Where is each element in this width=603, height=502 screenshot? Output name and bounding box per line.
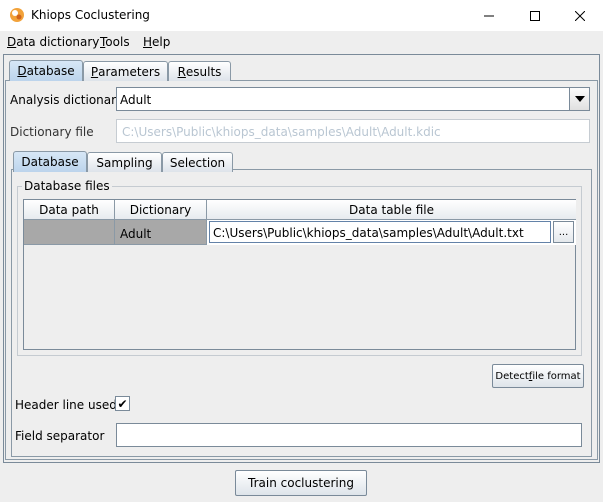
database-files-title: Database files <box>22 179 112 193</box>
menu-label: ools <box>105 35 130 49</box>
menu-label: ata dictionary <box>16 35 100 49</box>
train-coclustering-button[interactable]: Train coclustering <box>235 470 367 496</box>
tab-mnemonic: D <box>17 64 27 78</box>
dictionary-file-field: C:\Users\Public\khiops_data\samples\Adul… <box>116 119 590 143</box>
menu-mnemonic: H <box>143 35 153 49</box>
button-text: Detect <box>495 370 529 382</box>
database-files-table[interactable]: Data path Dictionary Data table file Adu… <box>23 199 576 350</box>
tab-results[interactable]: Results <box>168 61 231 81</box>
column-header-dictionary[interactable]: Dictionary <box>115 200 207 220</box>
analysis-dictionary-select[interactable]: Adult <box>116 87 590 111</box>
dictionary-file-value: C:\Users\Public\khiops_data\samples\Adul… <box>122 125 441 139</box>
tab-database[interactable]: Database <box>9 60 83 81</box>
detect-file-format-button[interactable]: Detect f ile format <box>492 364 584 388</box>
menu-data-dictionary[interactable]: Data dictionary <box>7 35 99 49</box>
close-icon <box>575 10 585 21</box>
menu-label: elp <box>152 35 171 49</box>
dictionary-cell-value: Adult <box>120 227 152 241</box>
menu-help[interactable]: Help <box>143 35 170 49</box>
menu-tools[interactable]: Tools <box>100 35 130 49</box>
field-separator-input[interactable] <box>116 423 582 447</box>
dropdown-button[interactable] <box>569 88 589 110</box>
analysis-dictionary-value: Adult <box>120 93 152 107</box>
maximize-button[interactable] <box>512 0 558 31</box>
header-line-label: Header line used <box>15 398 117 412</box>
column-header-data-path[interactable]: Data path <box>24 200 115 220</box>
subtab-selection[interactable]: Selection <box>162 152 233 172</box>
menu-mnemonic: D <box>7 35 17 49</box>
tab-label: arameters <box>98 64 161 79</box>
minimize-icon <box>484 15 494 16</box>
table-cell-data-table-file[interactable]: C:\Users\Public\khiops_data\samples\Adul… <box>207 220 576 245</box>
button-text: ile format <box>532 370 581 382</box>
analysis-dictionary-label: Analysis dictionary <box>10 93 124 107</box>
menu-bar: Data dictionary Tools Help <box>0 31 603 53</box>
column-header-data-table-file[interactable]: Data table file <box>207 200 576 220</box>
browse-button[interactable]: ... <box>553 221 574 243</box>
khiops-app-icon <box>9 7 25 23</box>
tab-mnemonic: P <box>90 64 99 79</box>
field-separator-label: Field separator <box>15 429 105 443</box>
subtab-sampling[interactable]: Sampling <box>87 152 162 172</box>
close-button[interactable] <box>557 0 603 31</box>
checkmark-icon: ✔ <box>117 396 128 411</box>
data-table-file-value: C:\Users\Public\khiops_data\samples\Adul… <box>213 226 524 240</box>
subtab-database[interactable]: Database <box>13 151 87 172</box>
tab-label: esults <box>185 64 222 79</box>
chevron-down-icon <box>574 96 585 102</box>
minimize-button[interactable] <box>466 0 512 31</box>
tab-label: atabase <box>26 64 75 78</box>
table-cell-data-path[interactable] <box>24 220 115 245</box>
title-bar: Khiops Coclustering <box>0 0 603 31</box>
header-line-checkbox[interactable]: ✔ <box>115 396 130 411</box>
data-table-file-input[interactable]: C:\Users\Public\khiops_data\samples\Adul… <box>209 221 551 243</box>
maximize-icon <box>530 10 540 21</box>
tab-parameters[interactable]: Parameters <box>83 61 168 81</box>
window-title: Khiops Coclustering <box>31 8 150 22</box>
dictionary-file-label: Dictionary file <box>10 125 94 139</box>
table-cell-dictionary[interactable]: Adult <box>115 220 207 245</box>
tab-mnemonic: R <box>177 64 186 79</box>
